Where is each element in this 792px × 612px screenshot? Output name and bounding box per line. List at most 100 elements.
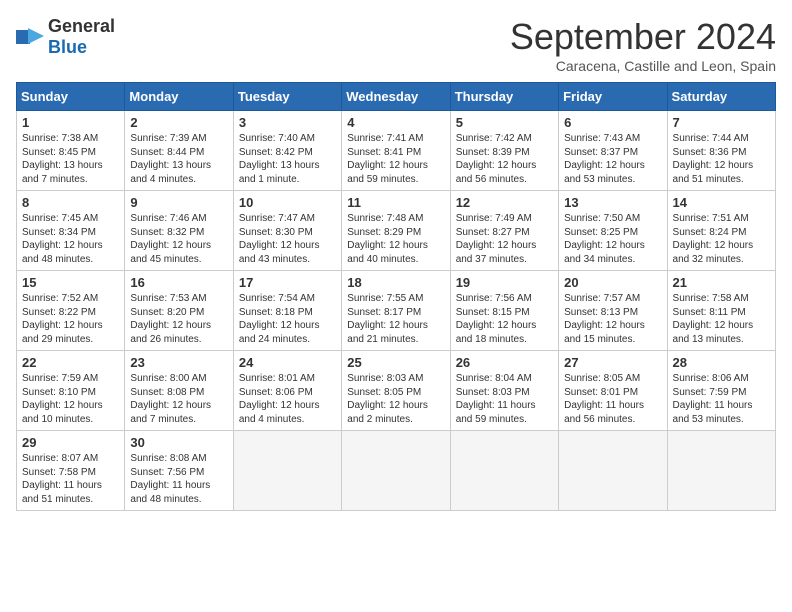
calendar-cell: 18 Sunrise: 7:55 AMSunset: 8:17 PMDayligh… [342,271,450,351]
cell-info: Sunrise: 8:04 AMSunset: 8:03 PMDaylight:… [456,372,553,426]
location-text: Caracena, Castille and Leon, Spain [510,58,776,74]
cell-info: Sunrise: 7:47 AMSunset: 8:30 PMDaylight:… [239,212,336,266]
day-number: 14 [673,195,770,210]
day-header-wednesday: Wednesday [342,83,450,111]
calendar-week-1: 1 Sunrise: 7:38 AMSunset: 8:45 PMDaylight… [17,111,776,191]
cell-info: Sunrise: 7:52 AMSunset: 8:22 PMDaylight:… [22,292,119,346]
cell-info: Sunrise: 8:08 AMSunset: 7:56 PMDaylight:… [130,452,227,506]
day-number: 25 [347,355,444,370]
day-number: 6 [564,115,661,130]
day-number: 10 [239,195,336,210]
cell-info: Sunrise: 8:07 AMSunset: 7:58 PMDaylight:… [22,452,119,506]
cell-info: Sunrise: 7:54 AMSunset: 8:18 PMDaylight:… [239,292,336,346]
calendar-cell: 15Sunrise: 7:52 AMSunset: 8:22 PMDayligh… [17,271,125,351]
calendar-cell [233,431,341,511]
calendar-cell: 27Sunrise: 8:05 AMSunset: 8:01 PMDayligh… [559,351,667,431]
calendar-cell: 6 Sunrise: 7:43 AMSunset: 8:37 PMDaylight… [559,111,667,191]
cell-info: Sunrise: 7:44 AMSunset: 8:36 PMDaylight:… [673,132,770,186]
calendar-cell: 28 Sunrise: 8:06 AMSunset: 7:59 PMDayligh… [667,351,775,431]
calendar-week-5: 29 Sunrise: 8:07 AMSunset: 7:58 PMDayligh… [17,431,776,511]
logo: General Blue [16,16,115,58]
calendar-cell: 29 Sunrise: 8:07 AMSunset: 7:58 PMDayligh… [17,431,125,511]
header: General Blue September 2024 Caracena, Ca… [16,16,776,74]
day-number: 11 [347,195,444,210]
calendar-cell: 23Sunrise: 8:00 AMSunset: 8:08 PMDayligh… [125,351,233,431]
logo-general-text: General [48,16,115,36]
calendar-table: SundayMondayTuesdayWednesdayThursdayFrid… [16,82,776,511]
calendar-cell: 13 Sunrise: 7:50 AMSunset: 8:25 PMDayligh… [559,191,667,271]
cell-info: Sunrise: 7:48 AMSunset: 8:29 PMDaylight:… [347,212,444,266]
calendar-week-2: 8Sunrise: 7:45 AMSunset: 8:34 PMDaylight… [17,191,776,271]
cell-info: Sunrise: 7:40 AMSunset: 8:42 PMDaylight:… [239,132,336,186]
cell-info: Sunrise: 7:49 AMSunset: 8:27 PMDaylight:… [456,212,553,266]
calendar-cell: 3 Sunrise: 7:40 AMSunset: 8:42 PMDaylight… [233,111,341,191]
cell-info: Sunrise: 8:03 AMSunset: 8:05 PMDaylight:… [347,372,444,426]
cell-info: Sunrise: 7:56 AMSunset: 8:15 PMDaylight:… [456,292,553,346]
day-header-thursday: Thursday [450,83,558,111]
day-number: 13 [564,195,661,210]
cell-info: Sunrise: 7:46 AMSunset: 8:32 PMDaylight:… [130,212,227,266]
cell-info: Sunrise: 8:05 AMSunset: 8:01 PMDaylight:… [564,372,661,426]
calendar-cell: 8Sunrise: 7:45 AMSunset: 8:34 PMDaylight… [17,191,125,271]
calendar-cell: 14 Sunrise: 7:51 AMSunset: 8:24 PMDayligh… [667,191,775,271]
cell-info: Sunrise: 7:42 AMSunset: 8:39 PMDaylight:… [456,132,553,186]
day-number: 29 [22,435,119,450]
day-header-tuesday: Tuesday [233,83,341,111]
cell-info: Sunrise: 8:01 AMSunset: 8:06 PMDaylight:… [239,372,336,426]
day-number: 30 [130,435,227,450]
calendar-cell: 5 Sunrise: 7:42 AMSunset: 8:39 PMDaylight… [450,111,558,191]
cell-info: Sunrise: 7:51 AMSunset: 8:24 PMDaylight:… [673,212,770,266]
calendar-cell [667,431,775,511]
calendar-cell: 10 Sunrise: 7:47 AMSunset: 8:30 PMDayligh… [233,191,341,271]
day-number: 16 [130,275,227,290]
cell-info: Sunrise: 7:59 AMSunset: 8:10 PMDaylight:… [22,372,119,426]
cell-info: Sunrise: 7:43 AMSunset: 8:37 PMDaylight:… [564,132,661,186]
calendar-cell: 25 Sunrise: 8:03 AMSunset: 8:05 PMDayligh… [342,351,450,431]
cell-info: Sunrise: 7:53 AMSunset: 8:20 PMDaylight:… [130,292,227,346]
calendar-week-3: 15Sunrise: 7:52 AMSunset: 8:22 PMDayligh… [17,271,776,351]
day-number: 17 [239,275,336,290]
calendar-cell: 1 Sunrise: 7:38 AMSunset: 8:45 PMDaylight… [17,111,125,191]
days-header-row: SundayMondayTuesdayWednesdayThursdayFrid… [17,83,776,111]
day-number: 28 [673,355,770,370]
day-number: 9 [130,195,227,210]
day-number: 20 [564,275,661,290]
calendar-cell: 20Sunrise: 7:57 AMSunset: 8:13 PMDayligh… [559,271,667,351]
calendar-cell: 7 Sunrise: 7:44 AMSunset: 8:36 PMDaylight… [667,111,775,191]
day-number: 7 [673,115,770,130]
day-number: 24 [239,355,336,370]
day-number: 18 [347,275,444,290]
title-area: September 2024 Caracena, Castille and Le… [510,16,776,74]
day-number: 3 [239,115,336,130]
calendar-cell [342,431,450,511]
calendar-cell: 19 Sunrise: 7:56 AMSunset: 8:15 PMDayligh… [450,271,558,351]
calendar-cell: 30 Sunrise: 8:08 AMSunset: 7:56 PMDayligh… [125,431,233,511]
cell-info: Sunrise: 7:38 AMSunset: 8:45 PMDaylight:… [22,132,119,186]
day-number: 19 [456,275,553,290]
month-title: September 2024 [510,16,776,58]
calendar-cell: 9 Sunrise: 7:46 AMSunset: 8:32 PMDaylight… [125,191,233,271]
day-number: 2 [130,115,227,130]
day-number: 22 [22,355,119,370]
cell-info: Sunrise: 7:39 AMSunset: 8:44 PMDaylight:… [130,132,227,186]
logo-icon [16,26,44,48]
day-number: 5 [456,115,553,130]
day-number: 12 [456,195,553,210]
calendar-cell: 17 Sunrise: 7:54 AMSunset: 8:18 PMDayligh… [233,271,341,351]
logo-blue-text: Blue [48,37,87,57]
calendar-cell: 16 Sunrise: 7:53 AMSunset: 8:20 PMDayligh… [125,271,233,351]
cell-info: Sunrise: 7:55 AMSunset: 8:17 PMDaylight:… [347,292,444,346]
day-number: 21 [673,275,770,290]
calendar-cell: 12 Sunrise: 7:49 AMSunset: 8:27 PMDayligh… [450,191,558,271]
day-header-friday: Friday [559,83,667,111]
calendar-cell [559,431,667,511]
cell-info: Sunrise: 8:06 AMSunset: 7:59 PMDaylight:… [673,372,770,426]
calendar-cell: 2 Sunrise: 7:39 AMSunset: 8:44 PMDaylight… [125,111,233,191]
day-number: 1 [22,115,119,130]
calendar-week-4: 22 Sunrise: 7:59 AMSunset: 8:10 PMDayligh… [17,351,776,431]
cell-info: Sunrise: 7:50 AMSunset: 8:25 PMDaylight:… [564,212,661,266]
day-header-monday: Monday [125,83,233,111]
day-number: 26 [456,355,553,370]
calendar-cell: 21Sunrise: 7:58 AMSunset: 8:11 PMDayligh… [667,271,775,351]
calendar-cell: 11 Sunrise: 7:48 AMSunset: 8:29 PMDayligh… [342,191,450,271]
